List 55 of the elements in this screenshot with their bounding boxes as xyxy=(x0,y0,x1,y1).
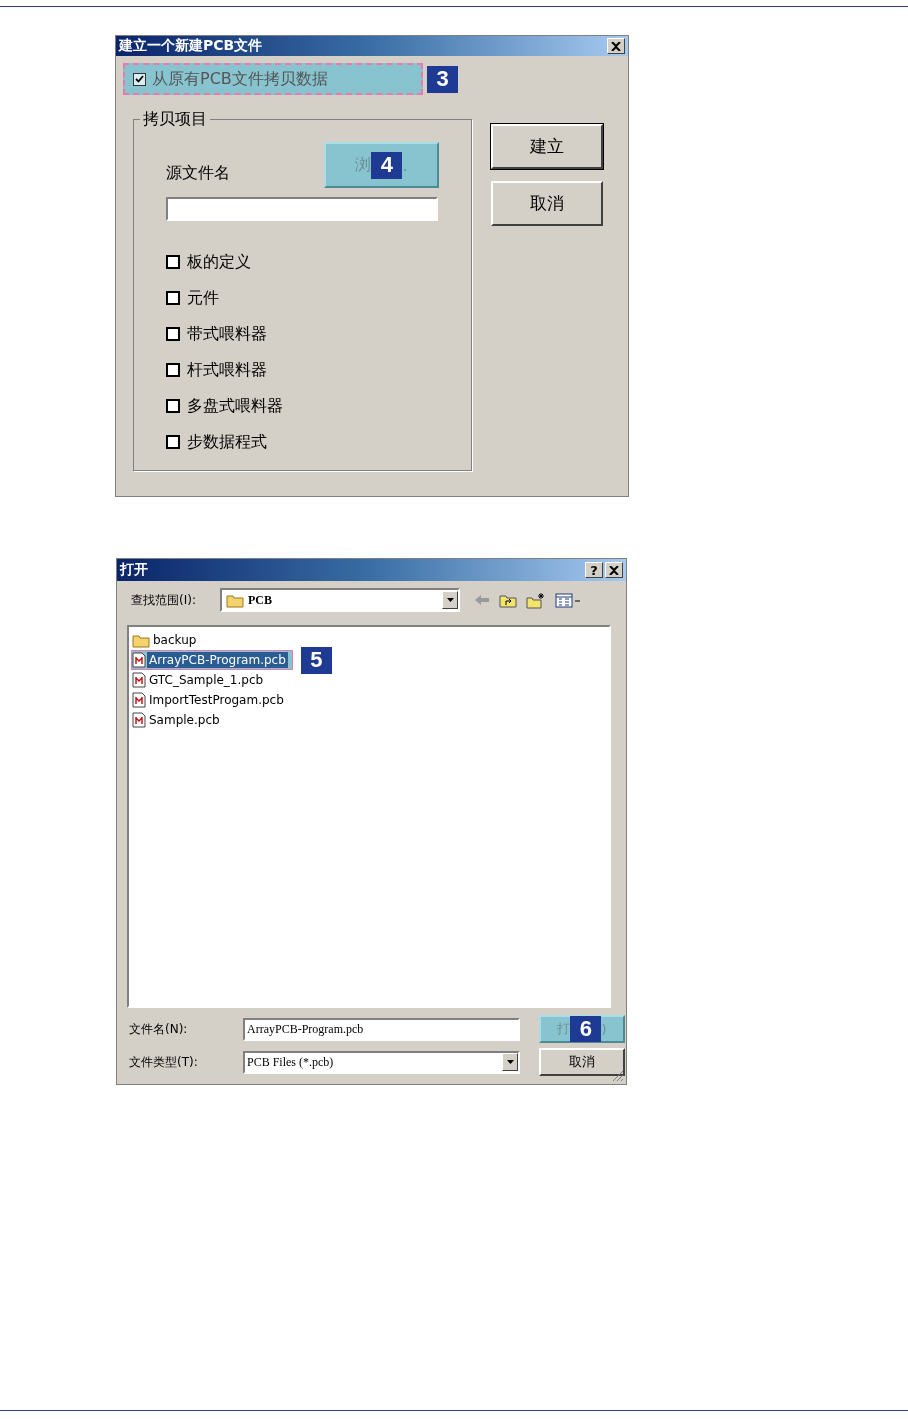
callout-number: 5 xyxy=(300,646,332,674)
callout-number: 3 xyxy=(427,65,458,93)
close-icon xyxy=(611,41,621,51)
checkbox-label[interactable]: 板的定义 xyxy=(187,253,251,271)
folder-icon xyxy=(226,592,244,608)
checkbox[interactable] xyxy=(166,363,180,377)
file-item[interactable]: backup xyxy=(131,630,204,650)
file-type-dropdown[interactable]: PCB Files (*.pcb) xyxy=(243,1050,520,1074)
checkbox[interactable] xyxy=(166,327,180,341)
browse-button[interactable]: 浏 4 . xyxy=(324,142,439,188)
checkbox-label[interactable]: 带式喂料器 xyxy=(187,325,267,343)
field-label: 文件名(N): xyxy=(129,1020,189,1038)
dropdown-arrow-icon xyxy=(506,1060,514,1064)
file-icon xyxy=(132,712,146,728)
window-title: 打开 xyxy=(120,561,148,579)
file-item[interactable]: ImportTestProgam.pcb xyxy=(131,690,291,710)
window-title: 建立一个新建PCB文件 xyxy=(119,37,263,55)
file-icon xyxy=(132,652,146,668)
checkbox-label[interactable]: 杆式喂料器 xyxy=(187,361,267,379)
folder-icon xyxy=(132,632,150,648)
checkbox[interactable] xyxy=(133,72,146,86)
close-icon xyxy=(609,565,619,575)
folder-dropdown[interactable]: PCB xyxy=(220,588,460,612)
field-label: 源文件名 xyxy=(166,163,230,184)
checkbox[interactable] xyxy=(166,399,180,413)
checkbox[interactable] xyxy=(166,255,180,269)
dropdown-arrow-icon xyxy=(446,598,454,602)
callout-number: 6 xyxy=(570,1016,602,1042)
close-button[interactable] xyxy=(607,38,625,54)
up-folder-icon[interactable] xyxy=(499,592,517,608)
checkbox[interactable] xyxy=(166,291,180,305)
close-button[interactable] xyxy=(605,562,623,578)
field-label: 文件类型(T): xyxy=(129,1053,199,1071)
callout-number: 4 xyxy=(371,151,403,179)
file-item[interactable]: Sample.pcb xyxy=(131,710,227,730)
create-button[interactable]: 建立 xyxy=(491,124,603,169)
field-label: 查找范围(I): xyxy=(131,591,197,609)
cancel-button[interactable]: 取消 xyxy=(539,1048,625,1076)
cancel-button[interactable]: 取消 xyxy=(491,181,603,226)
group-title: 拷贝项目 xyxy=(142,109,208,130)
checkbox-label[interactable]: 多盘式喂料器 xyxy=(187,397,283,415)
file-icon xyxy=(132,672,146,688)
new-folder-icon[interactable] xyxy=(526,591,546,609)
input-field[interactable]: ArrayPCB-Program.pcb xyxy=(243,1017,520,1041)
file-item[interactable]: GTC_Sample_1.pcb xyxy=(131,670,271,690)
resize-grip-icon[interactable] xyxy=(612,1070,624,1082)
help-button[interactable]: ? xyxy=(585,562,603,578)
input-field[interactable] xyxy=(166,197,438,221)
file-item[interactable]: ArrayPCB-Program.pcb xyxy=(131,650,293,670)
checkbox-label[interactable]: 步数据程式 xyxy=(187,433,267,451)
checkbox-label[interactable]: 元件 xyxy=(187,289,219,307)
checkbox-label[interactable]: 从原有PCB文件拷贝数据 xyxy=(152,68,328,90)
file-icon xyxy=(132,692,146,708)
view-menu-icon[interactable] xyxy=(555,592,581,608)
checkbox[interactable] xyxy=(166,435,180,449)
